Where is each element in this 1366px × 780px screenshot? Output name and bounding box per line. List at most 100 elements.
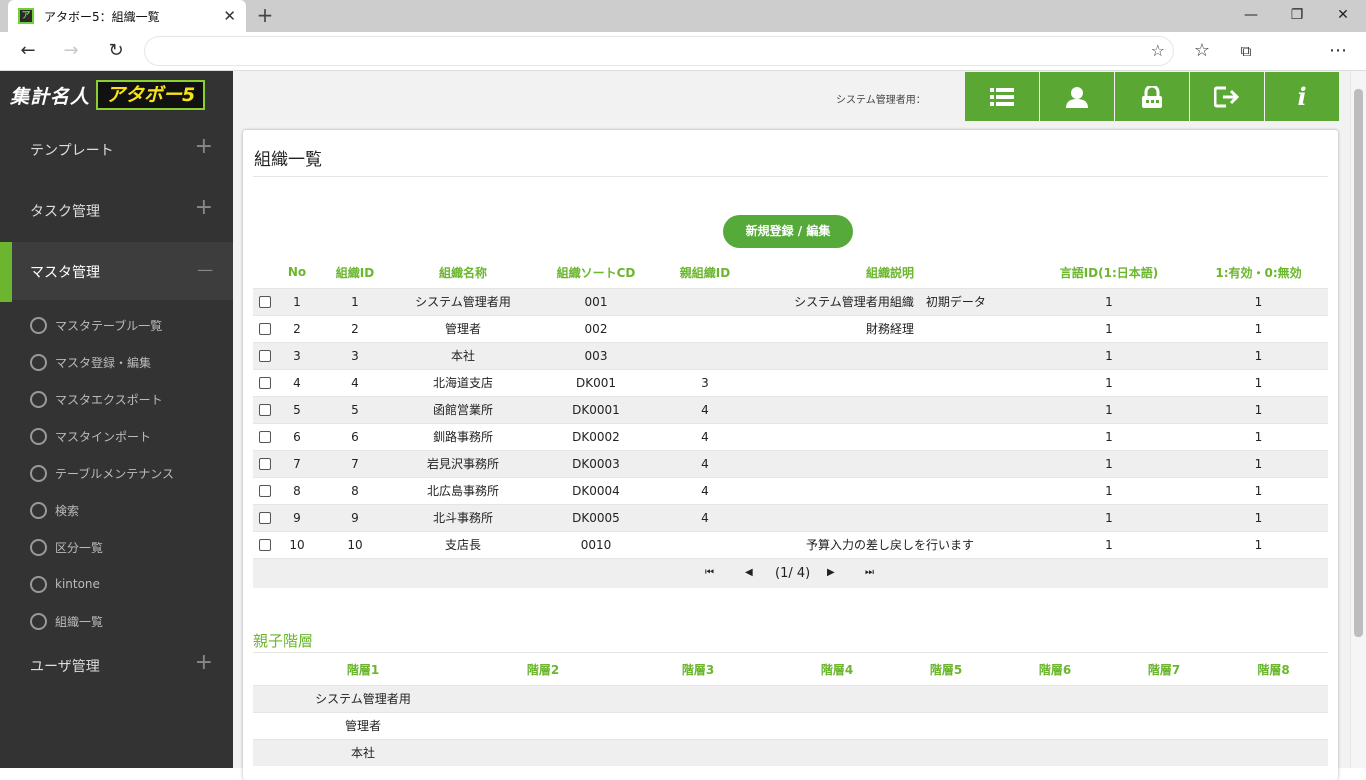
circle-icon — [30, 501, 47, 519]
browser-tab[interactable]: ア アタボー5：組織一覧 ✕ — [8, 0, 246, 32]
table-row[interactable]: 3 3 本社 003 1 1 — [253, 341, 1328, 369]
minimize-button[interactable]: — — [1228, 4, 1274, 26]
row-checkbox[interactable] — [259, 485, 271, 497]
column-header: 階層5 — [929, 662, 963, 677]
cell: 4 — [659, 449, 751, 477]
more-menu-icon[interactable]: ⋯ — [1325, 40, 1351, 62]
new-tab-button[interactable]: + — [254, 4, 276, 28]
cell: 1 — [317, 287, 393, 315]
list-button[interactable] — [965, 72, 1039, 121]
page-title: 組織一覧 — [254, 150, 322, 170]
first-page-icon[interactable]: ⏮ — [705, 567, 714, 578]
lock-button[interactable] — [1115, 72, 1189, 121]
favorites-icon[interactable]: ☆ — [1189, 40, 1215, 62]
cell: 1 — [1189, 395, 1328, 423]
circle-icon — [30, 427, 47, 445]
submenu-label: テーブルメンテナンス — [55, 466, 175, 481]
active-indicator — [0, 242, 12, 302]
row-checkbox[interactable] — [259, 377, 271, 389]
cell: DK0002 — [533, 422, 659, 450]
submenu-label: マスタ登録・編集 — [55, 355, 152, 370]
page-scrollbar[interactable] — [1350, 71, 1366, 768]
table-row[interactable]: 6 6 釧路事務所 DK0002 4 1 1 — [253, 422, 1328, 450]
hierarchy-title: 親子階層 — [253, 632, 314, 650]
back-icon[interactable]: ← — [15, 40, 41, 62]
cell: 北海道支店 — [393, 368, 533, 396]
row-checkbox[interactable] — [259, 296, 271, 308]
table-row[interactable]: 1 1 システム管理者用 001 システム管理者用組織 初期データ 1 1 — [253, 287, 1328, 315]
row-checkbox[interactable] — [259, 323, 271, 335]
cell: 岩見沢事務所 — [393, 449, 533, 477]
forward-icon[interactable]: → — [58, 40, 84, 62]
table-row[interactable]: 4 4 北海道支店 DK001 3 1 1 — [253, 368, 1328, 396]
submenu-item[interactable]: マスタ登録・編集 — [30, 348, 151, 376]
register-edit-button[interactable]: 新規登録 / 編集 — [723, 215, 853, 248]
row-checkbox[interactable] — [259, 431, 271, 443]
row-checkbox[interactable] — [259, 512, 271, 524]
submenu-item[interactable]: テーブルメンテナンス — [30, 459, 174, 487]
scrollbar-thumb[interactable] — [1354, 89, 1363, 637]
column-header: 階層1 — [346, 662, 380, 677]
sidebar-item-master[interactable]: マスタ管理 — — [0, 242, 233, 302]
next-page-icon[interactable]: ▶ — [827, 567, 835, 578]
row-checkbox[interactable] — [259, 350, 271, 362]
cell: 2 — [317, 314, 393, 342]
tab-close-icon[interactable]: ✕ — [223, 7, 236, 25]
window-close-button[interactable]: ✕ — [1320, 4, 1366, 26]
column-header: 組織ID — [335, 265, 375, 280]
submenu-item[interactable]: 検索 — [30, 496, 79, 524]
favicon-icon: ア — [18, 8, 34, 24]
cell: 8 — [277, 476, 317, 504]
logo[interactable]: 集計名人 アタボー5 — [10, 79, 206, 111]
cell: 3 — [277, 341, 317, 369]
collections-icon[interactable]: ⧉ — [1233, 40, 1259, 62]
browser-nav-bar: ← → ↻ ☆ ☆ ⧉ ⋯ — [0, 32, 1366, 71]
sidebar-item-task[interactable]: タスク管理 + — [0, 181, 233, 239]
row-checkbox[interactable] — [259, 458, 271, 470]
maximize-button[interactable]: ❐ — [1274, 4, 1320, 26]
column-header: 階層6 — [1038, 662, 1072, 677]
system-user-label: システム管理者用： — [836, 95, 926, 106]
submenu-item[interactable]: 組織一覧 — [30, 607, 103, 635]
row-checkbox[interactable] — [259, 404, 271, 416]
row-checkbox[interactable] — [259, 539, 271, 552]
table-row[interactable]: 7 7 岩見沢事務所 DK0003 4 1 1 — [253, 449, 1328, 477]
add-favorite-icon[interactable]: ☆ — [1151, 41, 1165, 60]
logout-button[interactable] — [1190, 72, 1264, 121]
plus-icon: + — [194, 134, 213, 159]
table-row[interactable]: 10 10 支店長 0010 予算入力の差し戻しを行います 1 1 — [253, 530, 1328, 558]
info-button[interactable]: i — [1265, 72, 1339, 121]
table-row[interactable]: 9 9 北斗事務所 DK0005 4 1 1 — [253, 503, 1328, 531]
user-button[interactable] — [1040, 72, 1114, 121]
last-page-icon[interactable]: ⏭ — [865, 567, 874, 578]
submenu-item[interactable]: マスタインポート — [30, 422, 151, 450]
table-row[interactable]: 2 2 管理者 002 財務経理 1 1 — [253, 314, 1328, 342]
prev-page-icon[interactable]: ◀ — [745, 567, 753, 578]
cell: 1 — [1189, 530, 1328, 558]
cell: 1 — [1029, 503, 1189, 531]
reload-icon[interactable]: ↻ — [103, 40, 129, 62]
table-row[interactable]: 8 8 北広島事務所 DK0004 4 1 1 — [253, 476, 1328, 504]
cell: 1 — [1189, 503, 1328, 531]
cell: 10 — [277, 530, 317, 558]
submenu-label: 組織一覧 — [55, 614, 104, 629]
submenu-item[interactable]: マスタテーブル一覧 — [30, 311, 162, 339]
submenu-item[interactable]: kintone — [30, 570, 100, 598]
table-header-row: 階層1 階層2 階層3 階層4 階層5 階層6 階層7 階層8 — [253, 654, 1328, 685]
cell: 財務経理 — [751, 314, 1029, 342]
submenu-item[interactable]: マスタエクスポート — [30, 385, 163, 413]
cell: 本社 — [393, 341, 533, 369]
circle-icon — [30, 575, 47, 593]
cell: 1 — [277, 287, 317, 315]
column-header: 階層7 — [1147, 662, 1181, 677]
sidebar-item-user[interactable]: ユーザ管理 + — [0, 636, 233, 694]
cell — [751, 476, 1029, 504]
address-bar[interactable]: ☆ — [144, 36, 1174, 66]
user-icon — [1066, 86, 1088, 108]
cell: DK0001 — [533, 395, 659, 423]
pagination: ⏮ ◀ (1/ 4) ▶ ⏭ — [253, 558, 1328, 588]
table-row[interactable]: 5 5 函館営業所 DK0001 4 1 1 — [253, 395, 1328, 423]
sidebar-item-template[interactable]: テンプレート + — [0, 120, 233, 178]
cell: 1 — [1029, 368, 1189, 396]
submenu-item[interactable]: 区分一覧 — [30, 533, 103, 561]
